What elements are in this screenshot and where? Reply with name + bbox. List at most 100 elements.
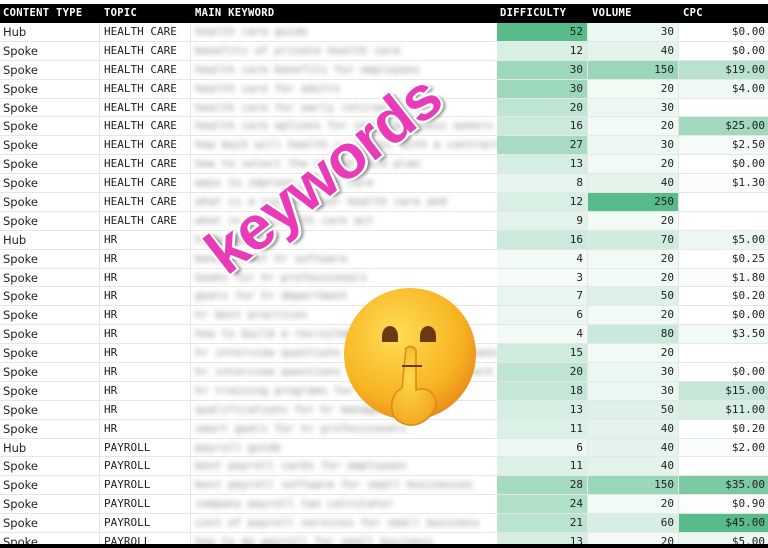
cpc-cell[interactable]: $0.00 [679,363,768,381]
difficulty-cell[interactable]: 9 [497,211,588,230]
topic-cell[interactable]: HEALTH CARE [100,23,191,41]
difficulty-cell[interactable]: 6 [497,438,588,457]
difficulty-cell[interactable]: 24 [497,495,588,514]
volume-cell[interactable]: 50 [588,287,679,306]
cpc-cell[interactable]: $1.30 [679,174,768,193]
main-keyword-cell[interactable]: health care benefits for employees [191,61,497,79]
volume-cell[interactable]: 30 [588,136,679,155]
volume-cell[interactable]: 150 [588,60,679,79]
topic-cell[interactable]: PAYROLL [100,438,191,457]
volume-cell[interactable]: 30 [588,381,679,400]
volume-cell[interactable]: 40 [588,41,679,60]
header-volume[interactable]: VOLUME [592,7,632,19]
topic-cell[interactable]: HEALTH CARE [100,155,191,174]
content-type-cell[interactable]: Spoke [0,344,100,363]
topic-cell[interactable]: HR [100,344,191,363]
difficulty-cell[interactable]: 12 [497,41,588,60]
difficulty-cell[interactable]: 16 [497,117,588,136]
topic-cell[interactable]: HEALTH CARE [100,98,191,117]
cpc-cell[interactable]: $11.00 [679,400,768,419]
content-type-cell[interactable]: Hub [0,230,100,249]
topic-cell[interactable]: HEALTH CARE [100,174,191,193]
content-type-cell[interactable]: Spoke [0,60,100,79]
cpc-cell[interactable]: $2.50 [679,136,768,155]
volume-cell[interactable]: 20 [588,268,679,287]
cpc-cell[interactable]: $5.00 [679,230,768,249]
topic-cell[interactable]: PAYROLL [100,495,191,514]
difficulty-cell[interactable]: 16 [497,230,588,249]
topic-cell[interactable]: HR [100,325,191,344]
cpc-cell[interactable]: $0.25 [679,249,768,268]
content-type-cell[interactable]: Spoke [0,155,100,174]
topic-cell[interactable]: HR [100,419,191,438]
content-type-cell[interactable]: Spoke [0,457,100,476]
volume-cell[interactable]: 20 [588,79,679,98]
topic-cell[interactable]: HEALTH CARE [100,79,191,98]
difficulty-cell[interactable]: 3 [497,268,588,287]
cpc-cell[interactable]: $19.00 [679,60,768,79]
content-type-cell[interactable]: Hub [0,438,100,457]
cpc-cell[interactable]: $0.20 [679,419,768,438]
cpc-cell[interactable]: $35.00 [679,476,768,495]
content-type-cell[interactable]: Spoke [0,268,100,287]
volume-cell[interactable]: 20 [588,155,679,174]
volume-cell[interactable]: 70 [588,230,679,249]
topic-cell[interactable]: HR [100,230,191,249]
header-topic[interactable]: TOPIC [104,7,137,19]
difficulty-cell[interactable]: 20 [497,98,588,117]
cpc-cell[interactable]: $0.00 [679,306,768,325]
topic-cell[interactable]: HR [100,287,191,306]
volume-cell[interactable]: 20 [588,344,679,363]
content-type-cell[interactable]: Spoke [0,495,100,514]
header-main-keyword[interactable]: MAIN KEYWORD [195,7,274,19]
topic-cell[interactable]: PAYROLL [100,514,191,533]
cpc-cell[interactable]: $45.00 [679,514,768,533]
cpc-cell[interactable]: $25.00 [679,117,768,136]
content-type-cell[interactable]: Hub [0,23,100,41]
main-keyword-cell[interactable]: health care for adults [191,80,497,98]
main-keyword-cell[interactable]: cost of payroll services for small busin… [191,514,497,532]
cpc-cell[interactable] [679,457,768,476]
volume-cell[interactable]: 40 [588,457,679,476]
topic-cell[interactable]: HEALTH CARE [100,60,191,79]
difficulty-cell[interactable]: 13 [497,400,588,419]
cpc-cell[interactable]: $15.00 [679,381,768,400]
volume-cell[interactable]: 30 [588,363,679,381]
content-type-cell[interactable]: Spoke [0,98,100,117]
volume-cell[interactable]: 150 [588,476,679,495]
content-type-cell[interactable]: Spoke [0,306,100,325]
header-content-type[interactable]: CONTENT TYPE [3,7,82,19]
topic-cell[interactable]: HR [100,306,191,325]
topic-cell[interactable]: PAYROLL [100,476,191,495]
difficulty-cell[interactable]: 7 [497,287,588,306]
difficulty-cell[interactable]: 21 [497,514,588,533]
difficulty-cell[interactable]: 28 [497,476,588,495]
cpc-cell[interactable]: $2.00 [679,438,768,457]
cpc-cell[interactable] [679,98,768,117]
cpc-cell[interactable] [679,211,768,230]
topic-cell[interactable]: HR [100,268,191,287]
topic-cell[interactable]: HEALTH CARE [100,136,191,155]
content-type-cell[interactable]: Spoke [0,363,100,381]
volume-cell[interactable]: 250 [588,193,679,211]
volume-cell[interactable]: 20 [588,249,679,268]
difficulty-cell[interactable]: 30 [497,60,588,79]
cpc-cell[interactable] [679,344,768,363]
content-type-cell[interactable]: Spoke [0,514,100,533]
content-type-cell[interactable]: Spoke [0,79,100,98]
volume-cell[interactable]: 30 [588,98,679,117]
difficulty-cell[interactable]: 4 [497,325,588,344]
main-keyword-cell[interactable]: payroll guide [191,439,497,457]
volume-cell[interactable]: 40 [588,419,679,438]
volume-cell[interactable]: 40 [588,438,679,457]
difficulty-cell[interactable]: 11 [497,419,588,438]
difficulty-cell[interactable]: 6 [497,306,588,325]
difficulty-cell[interactable]: 8 [497,174,588,193]
header-cpc[interactable]: CPC [683,7,703,19]
content-type-cell[interactable]: Spoke [0,136,100,155]
content-type-cell[interactable]: Spoke [0,381,100,400]
main-keyword-cell[interactable]: benefits of private health care [191,42,497,60]
cpc-cell[interactable]: $3.50 [679,325,768,344]
content-type-cell[interactable]: Spoke [0,325,100,344]
topic-cell[interactable]: HR [100,363,191,381]
